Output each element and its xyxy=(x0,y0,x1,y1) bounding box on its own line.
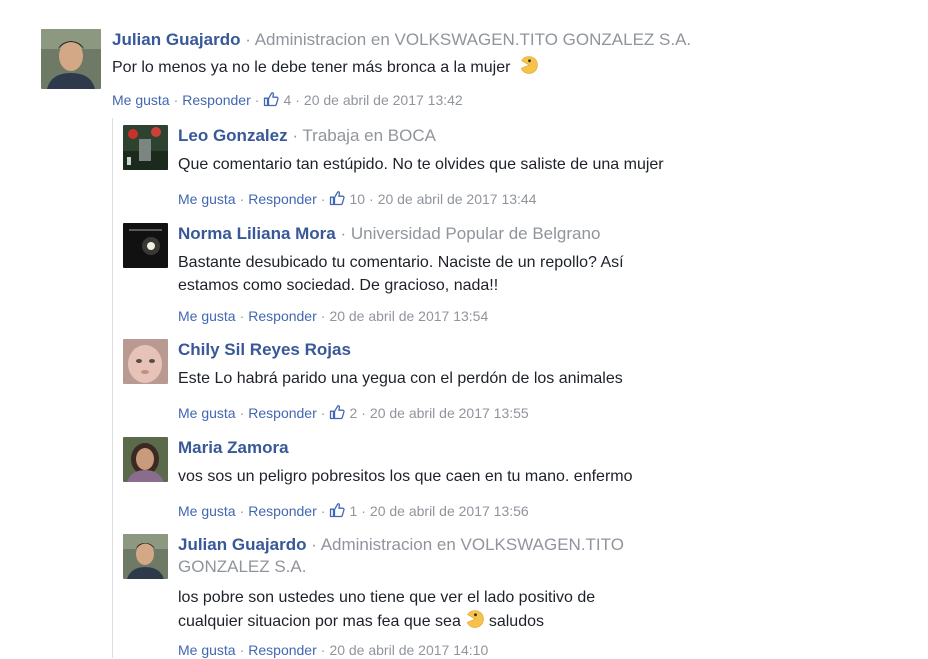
comment-text: Por lo menos ya no le debe tener más bro… xyxy=(112,59,511,76)
action-separator: · xyxy=(239,503,245,519)
pacman-emoji-icon xyxy=(465,609,485,629)
action-separator: · xyxy=(320,308,326,324)
action-separator: · xyxy=(295,92,300,108)
avatar[interactable] xyxy=(123,125,168,170)
reply-button[interactable]: Responder xyxy=(182,92,251,108)
action-separator: · xyxy=(320,503,326,519)
like-count-icon[interactable] xyxy=(329,404,345,420)
action-separator: · xyxy=(239,191,245,207)
comment-text: Este Lo habrá parido una yegua con el pe… xyxy=(178,370,623,387)
action-separator: · xyxy=(361,503,366,519)
comment-text: Bastante desubicado tu comentario. Nacis… xyxy=(178,254,624,294)
comment-author[interactable]: Julian Guajardo xyxy=(178,535,306,554)
comment-timestamp[interactable]: 20 de abril de 2017 14:10 xyxy=(329,642,488,658)
reply-thread-line xyxy=(112,118,113,658)
action-separator: · xyxy=(320,405,326,421)
comment-text-end: saludos xyxy=(488,613,544,630)
comment-timestamp[interactable]: 20 de abril de 2017 13:42 xyxy=(304,92,463,108)
comment-body: Por lo menos ya no le debe tener más bro… xyxy=(112,55,872,79)
like-count-icon[interactable] xyxy=(329,190,345,206)
action-separator: · xyxy=(361,405,366,421)
avatar[interactable] xyxy=(123,437,168,482)
like-count-icon[interactable] xyxy=(263,91,279,107)
comment-text: vos sos un peligro pobresitos los que ca… xyxy=(178,468,633,485)
action-separator: · xyxy=(239,308,245,324)
like-button[interactable]: Me gusta xyxy=(178,405,236,421)
header-separator: · xyxy=(340,224,347,243)
comment-timestamp[interactable]: 20 de abril de 2017 13:55 xyxy=(370,405,529,421)
action-separator: · xyxy=(369,191,374,207)
like-count-icon[interactable] xyxy=(329,502,345,518)
comment-author[interactable]: Maria Zamora xyxy=(178,438,289,457)
comment-author[interactable]: Chily Sil Reyes Rojas xyxy=(178,340,351,359)
action-separator: · xyxy=(173,92,179,108)
author-work[interactable]: Administracion en VOLKSWAGEN.TITO GONZAL… xyxy=(255,30,691,49)
header-separator: · xyxy=(292,126,298,145)
comment-text: Que comentario tan estúpido. No te olvid… xyxy=(178,156,664,173)
like-button[interactable]: Me gusta xyxy=(178,191,236,207)
author-work[interactable]: Trabaja en BOCA xyxy=(302,126,436,145)
header-separator: · xyxy=(245,30,251,49)
reply-button[interactable]: Responder xyxy=(248,191,317,207)
reply-button[interactable]: Responder xyxy=(248,642,317,658)
avatar[interactable] xyxy=(41,29,101,89)
reply-button[interactable]: Responder xyxy=(248,503,317,519)
action-separator: · xyxy=(239,642,245,658)
action-separator: · xyxy=(239,405,245,421)
like-button[interactable]: Me gusta xyxy=(178,503,236,519)
like-count[interactable]: 10 xyxy=(349,191,365,207)
pacman-emoji-icon xyxy=(519,55,539,75)
avatar[interactable] xyxy=(123,534,168,579)
avatar[interactable] xyxy=(123,339,168,384)
comment-body: los pobre son ustedes uno tiene que ver … xyxy=(178,586,658,633)
like-button[interactable]: Me gusta xyxy=(112,92,170,108)
action-separator: · xyxy=(254,92,260,108)
comment-timestamp[interactable]: 20 de abril de 2017 13:56 xyxy=(370,503,529,519)
action-separator: · xyxy=(320,191,326,207)
action-separator: · xyxy=(320,642,326,658)
author-work[interactable]: Universidad Popular de Belgrano xyxy=(351,224,601,243)
reply-button[interactable]: Responder xyxy=(248,405,317,421)
comment-author[interactable]: Leo Gonzalez xyxy=(178,126,288,145)
comment-author[interactable]: Julian Guajardo xyxy=(112,30,240,49)
like-button[interactable]: Me gusta xyxy=(178,642,236,658)
reply-button[interactable]: Responder xyxy=(248,308,317,324)
comment-author[interactable]: Norma Liliana Mora xyxy=(178,224,336,243)
comment-timestamp[interactable]: 20 de abril de 2017 13:44 xyxy=(378,191,537,207)
header-separator: · xyxy=(311,535,317,554)
comment-timestamp[interactable]: 20 de abril de 2017 13:54 xyxy=(329,308,488,324)
avatar[interactable] xyxy=(123,223,168,268)
like-button[interactable]: Me gusta xyxy=(178,308,236,324)
